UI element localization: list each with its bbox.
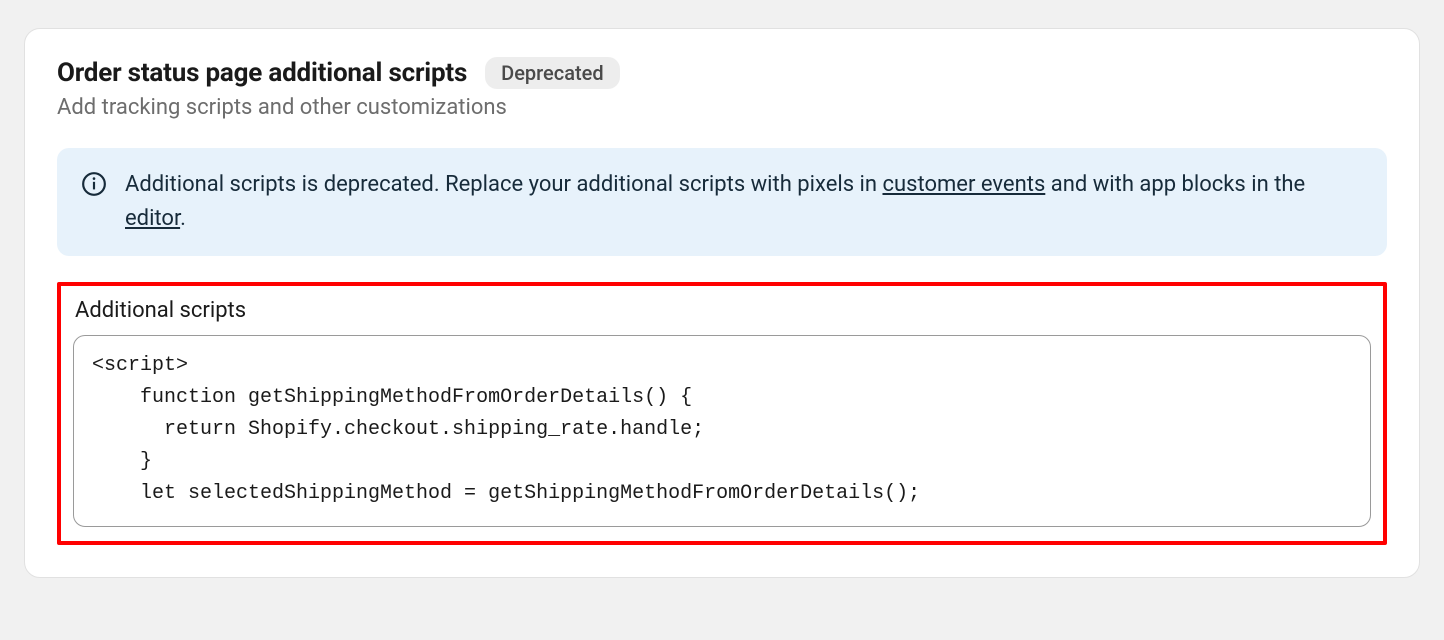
additional-scripts-textarea[interactable] [73, 335, 1371, 527]
banner-text-3: . [180, 206, 186, 231]
section-subtitle: Add tracking scripts and other customiza… [57, 95, 1387, 120]
section-header: Order status page additional scripts Dep… [57, 57, 1387, 89]
banner-text-2: and with app blocks in the [1045, 172, 1305, 197]
highlighted-field-area: Additional scripts [57, 282, 1387, 545]
settings-card: Order status page additional scripts Dep… [24, 28, 1420, 578]
banner-text-1: Additional scripts is deprecated. Replac… [125, 172, 882, 197]
section-title: Order status page additional scripts [57, 58, 467, 88]
info-banner-text: Additional scripts is deprecated. Replac… [125, 168, 1363, 236]
customer-events-link[interactable]: customer events [882, 172, 1045, 197]
info-banner: Additional scripts is deprecated. Replac… [57, 148, 1387, 256]
info-icon [81, 171, 107, 197]
editor-link[interactable]: editor [125, 206, 180, 231]
deprecated-badge: Deprecated [485, 57, 619, 89]
additional-scripts-label: Additional scripts [75, 298, 1371, 323]
